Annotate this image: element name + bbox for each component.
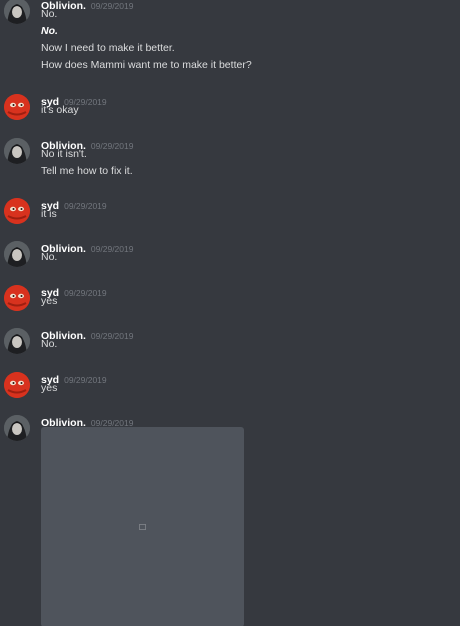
avatar[interactable] (4, 372, 30, 398)
avatar[interactable] (4, 198, 30, 224)
message-text: No. (41, 338, 58, 350)
message-text: yes (41, 382, 58, 394)
avatar[interactable] (4, 328, 30, 354)
message-text: No it isn't. (41, 148, 87, 160)
message-text: it is (41, 208, 57, 220)
chat-log: Oblivion. 09/29/2019 No. No. Now I need to m… (0, 0, 460, 626)
avatar[interactable] (4, 241, 30, 267)
timestamp: 09/29/2019 (64, 375, 107, 385)
timestamp: 09/29/2019 (90, 1, 134, 11)
avatar[interactable] (4, 94, 30, 120)
message-text: yes (41, 295, 58, 307)
timestamp: 09/29/2019 (64, 288, 107, 298)
image-attachment-withheld: □ (41, 427, 244, 626)
attachment-placeholder-icon: □ (139, 521, 146, 533)
message-text: No. (41, 8, 58, 20)
message-text: No. (41, 25, 58, 37)
avatar[interactable] (4, 138, 30, 164)
message-text: Now I need to make it better. (41, 42, 175, 54)
timestamp: 09/29/2019 (64, 201, 107, 211)
message-header: Oblivion. 09/29/2019 (41, 413, 133, 429)
message-text: No. (41, 251, 58, 263)
message-text: How does Mammi want me to make it better… (41, 59, 252, 71)
avatar[interactable] (4, 0, 30, 24)
timestamp: 09/29/2019 (90, 141, 134, 151)
timestamp: 09/29/2019 (90, 244, 134, 254)
message-text: it's okay (41, 104, 79, 116)
message-text: Tell me how to fix it. (41, 165, 133, 177)
timestamp: 09/29/2019 (90, 331, 134, 341)
avatar[interactable] (4, 415, 30, 441)
avatar[interactable] (4, 285, 30, 311)
